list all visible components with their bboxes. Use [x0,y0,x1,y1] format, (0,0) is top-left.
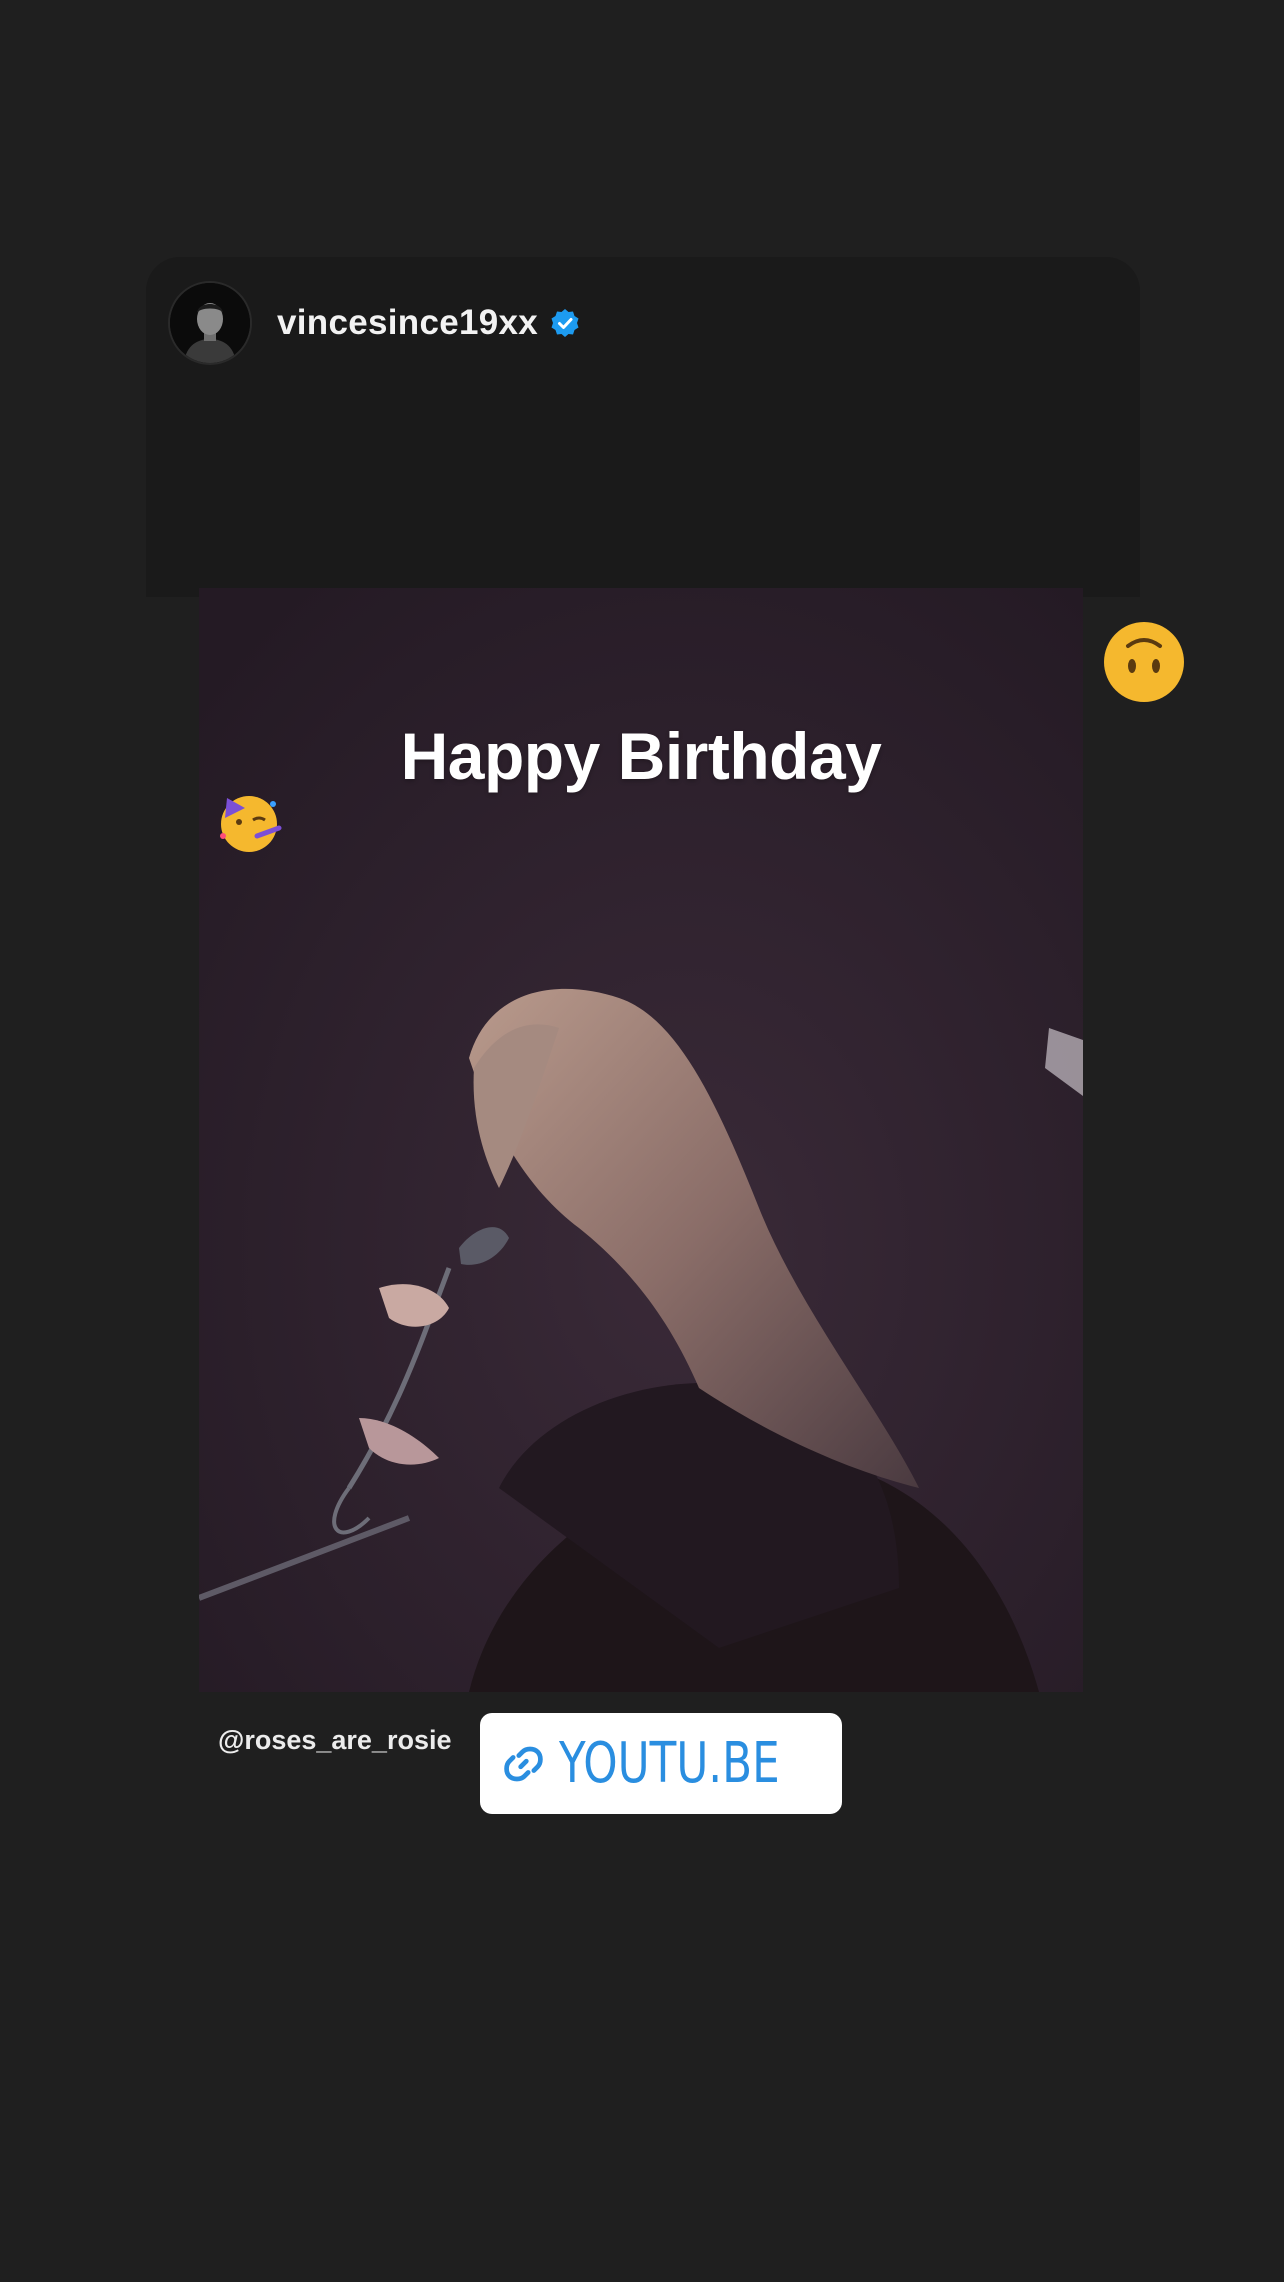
username[interactable]: vincesince19xx [277,303,538,343]
story-caption: Happy Birthday [199,718,1083,856]
post-header: vincesince19xx [168,280,580,366]
upside-down-face-icon[interactable] [1102,620,1186,704]
caption-text: Happy Birthday [400,719,882,793]
partying-face-icon [220,796,282,852]
avatar[interactable] [168,281,252,365]
link-icon [504,1746,543,1781]
verified-badge-icon [551,309,579,337]
link-sticker[interactable]: YOUTU.BE [480,1713,842,1814]
link-label: YOUTU.BE [558,1731,780,1796]
story-photo[interactable]: Happy Birthday [199,588,1083,1692]
mention-tag[interactable]: @roses_are_rosie [218,1725,451,1756]
avatar-portrait [170,283,250,363]
